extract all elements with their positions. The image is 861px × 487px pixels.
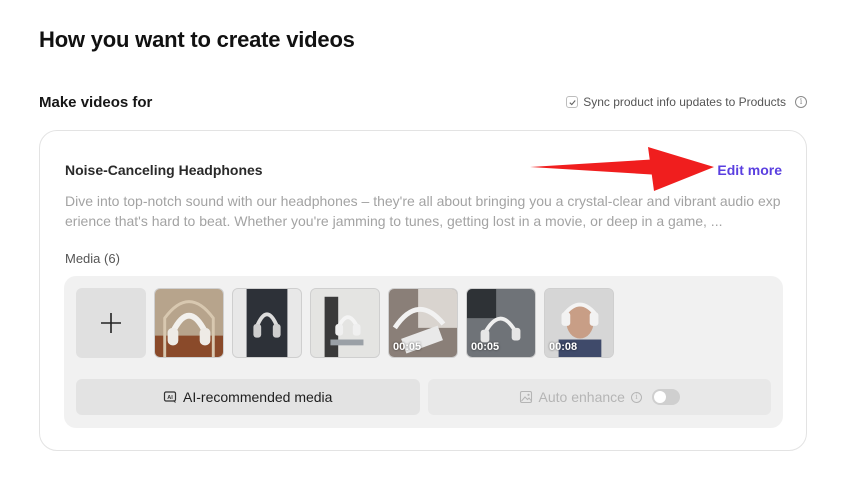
media-thumbnail[interactable] xyxy=(232,288,302,358)
auto-enhance-toggle[interactable] xyxy=(651,389,680,405)
sync-label: Sync product info updates to Products xyxy=(583,95,786,109)
headphones-photo xyxy=(155,289,223,357)
media-thumbnail[interactable] xyxy=(154,288,224,358)
media-video-thumbnail[interactable]: 00:08 xyxy=(544,288,614,358)
edit-more-link[interactable]: Edit more xyxy=(717,162,782,178)
headphones-photo xyxy=(311,289,379,357)
section-header: Make videos for Sync product info update… xyxy=(39,93,807,113)
headphones-photo xyxy=(233,289,301,357)
ai-recommended-media-button[interactable]: AI AI-recommended media xyxy=(76,379,420,415)
ai-media-icon: AI xyxy=(163,391,177,403)
add-media-button[interactable] xyxy=(76,288,146,358)
product-name: Noise-Canceling Headphones xyxy=(65,162,263,178)
media-thumbnail[interactable] xyxy=(310,288,380,358)
svg-text:AI: AI xyxy=(167,395,173,401)
plus-icon xyxy=(101,313,121,333)
media-actions: AI AI-recommended media Auto enhance i xyxy=(76,379,771,415)
media-video-thumbnail[interactable]: 00:05 xyxy=(466,288,536,358)
info-icon[interactable]: i xyxy=(630,391,642,403)
media-thumbnails: 00:05 00:05 00:08 xyxy=(76,288,614,358)
sync-checkbox[interactable] xyxy=(566,96,579,108)
image-icon xyxy=(519,390,532,404)
check-icon xyxy=(569,99,576,105)
video-duration: 00:08 xyxy=(549,341,578,353)
auto-enhance-button[interactable]: Auto enhance i xyxy=(427,379,771,415)
media-video-thumbnail[interactable]: 00:05 xyxy=(388,288,458,358)
page-title: How you want to create videos xyxy=(39,27,355,52)
product-card: Noise-Canceling Headphones Edit more Div… xyxy=(39,130,807,451)
product-description: Dive into top-notch sound with our headp… xyxy=(65,193,781,229)
sync-option[interactable]: Sync product info updates to Products i xyxy=(566,95,807,109)
red-arrow-annotation xyxy=(530,147,714,191)
media-label: Media (6) xyxy=(65,251,120,266)
media-panel: 00:05 00:05 00:08 AI AI-recommended medi… xyxy=(64,276,783,428)
ai-recommended-label: AI-recommended media xyxy=(183,389,333,405)
info-icon[interactable]: i xyxy=(795,96,807,108)
video-duration: 00:05 xyxy=(393,341,422,353)
section-label: Make videos for xyxy=(39,94,153,111)
auto-enhance-label: Auto enhance xyxy=(538,389,625,405)
video-duration: 00:05 xyxy=(471,341,500,353)
